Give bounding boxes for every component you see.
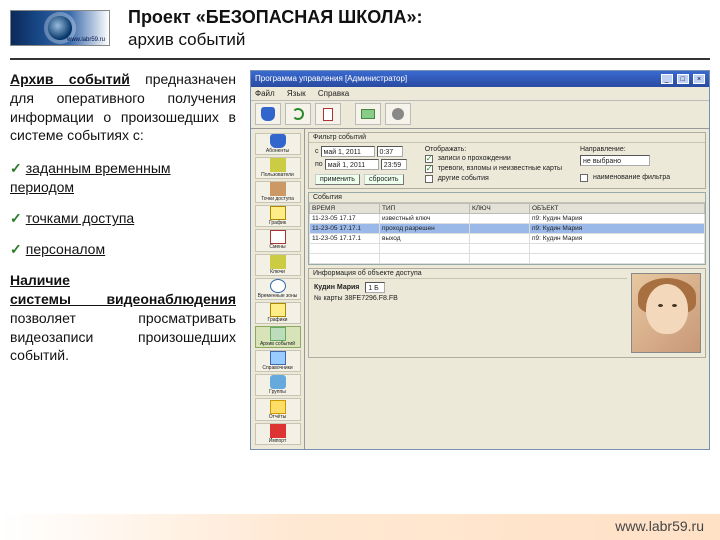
table-row[interactable]: 11-23-05 17.17известный ключп9: Кудин Ма… xyxy=(310,213,705,223)
info-name: Кудин Мария xyxy=(314,284,359,291)
bullet-access: ✓точками доступа xyxy=(10,209,236,228)
sidebar-item-6[interactable]: Временные зоны xyxy=(255,278,301,300)
sidebar-item-3[interactable]: График xyxy=(255,205,301,227)
info-class: 1 Б xyxy=(365,282,385,293)
bullet-period: ✓заданным временным периодом xyxy=(10,159,236,197)
chk-filtername[interactable]: наименование фильтра xyxy=(580,174,670,182)
sidebar-item-4[interactable]: Смены xyxy=(255,229,301,251)
divider xyxy=(10,58,710,60)
bullet-personnel: ✓персоналом xyxy=(10,240,236,259)
tb-refresh-icon[interactable] xyxy=(285,103,311,125)
tb-user-icon[interactable] xyxy=(255,103,281,125)
to-label: по xyxy=(315,161,323,168)
person-photo xyxy=(631,273,701,353)
from-time-input[interactable]: 0:37 xyxy=(377,146,403,157)
to-date-input[interactable]: май 1, 2011 xyxy=(325,159,379,170)
toolbar xyxy=(251,101,709,129)
titlebar[interactable]: Программа управления [Администратор] _ □… xyxy=(251,71,709,87)
sidebar-item-5[interactable]: Ключи xyxy=(255,254,301,276)
menu-help[interactable]: Справка xyxy=(318,89,349,98)
table-row[interactable] xyxy=(310,253,705,263)
direction-select[interactable]: не выбрано xyxy=(580,155,650,166)
sidebar-item-1[interactable]: Пользователи xyxy=(255,157,301,179)
sidebar-item-7[interactable]: Графики xyxy=(255,302,301,324)
apply-button[interactable]: применить xyxy=(315,174,360,185)
table-row[interactable]: 11-23-05 17.17.1выходп9: Кудин Мария xyxy=(310,233,705,243)
grid-header-row[interactable]: ВРЕМЯ ТИП КЛЮЧ ОБЪЕКТ xyxy=(310,203,705,213)
logo: www.labr59.ru xyxy=(10,10,110,46)
sidebar-item-11[interactable]: Отчёты xyxy=(255,398,301,420)
table-row[interactable] xyxy=(310,243,705,253)
tb-card-icon[interactable] xyxy=(355,103,381,125)
sidebar-item-12[interactable]: Импорт xyxy=(255,423,301,445)
chk-passages[interactable]: записи о прохождении xyxy=(425,155,562,163)
to-time-input[interactable]: 23:59 xyxy=(381,159,407,170)
footer-url: www.labr59.ru xyxy=(615,518,704,534)
chk-alarms[interactable]: тревоги, взломы и неизвестные карты xyxy=(425,165,562,173)
events-grid: События ВРЕМЯ ТИП КЛЮЧ ОБЪЕКТ 11-23-05 1… xyxy=(308,192,706,265)
show-label: Отображать: xyxy=(425,146,562,153)
menubar[interactable]: Файл Язык Справка xyxy=(251,87,709,101)
close-button[interactable]: × xyxy=(693,74,705,84)
intro-paragraph: Архив событий предназначен для оперативн… xyxy=(10,70,236,146)
page-title: Проект «БЕЗОПАСНАЯ ШКОЛА»: архив событий xyxy=(128,6,422,50)
reset-button[interactable]: сбросить xyxy=(364,174,404,185)
maximize-button[interactable]: □ xyxy=(677,74,689,84)
grid-title: События xyxy=(309,193,705,203)
app-window: Программа управления [Администратор] _ □… xyxy=(250,70,710,450)
table-row[interactable]: 11-23-05 17.17.1проход разрешенп9: Кудин… xyxy=(310,223,705,233)
from-label: с xyxy=(315,148,319,155)
tb-gear-icon[interactable] xyxy=(385,103,411,125)
sidebar-item-9[interactable]: Справочники xyxy=(255,350,301,372)
filter-title: Фильтр событий xyxy=(309,133,705,143)
footer-gradient xyxy=(0,514,720,540)
filter-panel: Фильтр событий с май 1, 2011 0:37 xyxy=(308,132,706,189)
sidebar-item-archive[interactable]: Архив событий xyxy=(255,326,301,348)
sidebar-item-10[interactable]: Группы xyxy=(255,374,301,396)
window-title: Программа управления [Администратор] xyxy=(255,74,407,83)
info-card: № карты 38FE7296.F8.FB xyxy=(314,295,622,302)
note-paragraph: Наличие системы видеонаблюдения позволяе… xyxy=(10,271,236,365)
sidebar: Абоненты Пользователи Точки доступа Граф… xyxy=(251,129,305,449)
chk-other[interactable]: другие события xyxy=(425,175,562,183)
logo-url: www.labr59.ru xyxy=(67,37,105,43)
sidebar-item-2[interactable]: Точки доступа xyxy=(255,181,301,203)
info-title: Информация об объекте доступа xyxy=(309,269,627,279)
info-panel: Информация об объекте доступа Кудин Мари… xyxy=(308,268,706,358)
menu-lang[interactable]: Язык xyxy=(287,89,306,98)
tb-doc-icon[interactable] xyxy=(315,103,341,125)
from-date-input[interactable]: май 1, 2011 xyxy=(321,146,375,157)
sidebar-item-0[interactable]: Абоненты xyxy=(255,133,301,155)
menu-file[interactable]: Файл xyxy=(255,89,275,98)
minimize-button[interactable]: _ xyxy=(661,74,673,84)
dir-label: Направление: xyxy=(580,146,670,153)
